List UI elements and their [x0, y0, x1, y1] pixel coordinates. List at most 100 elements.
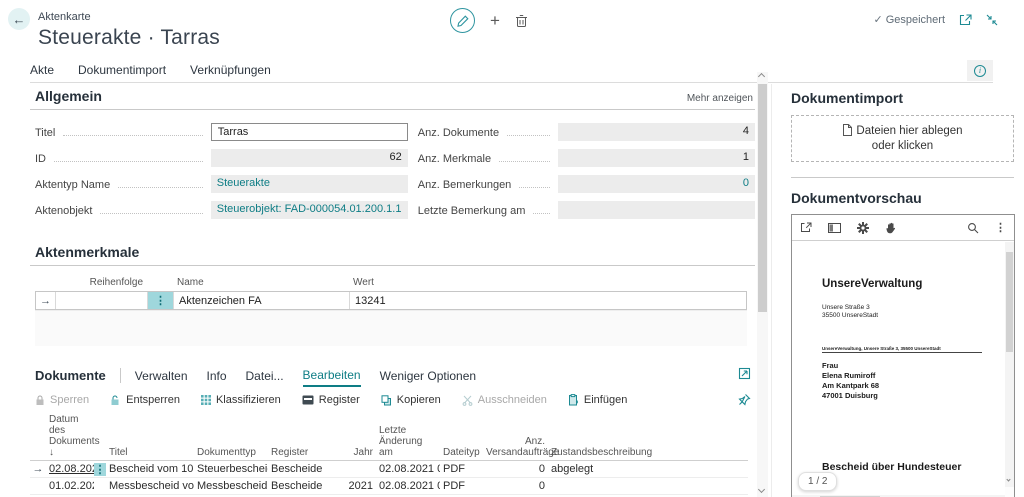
open-external-icon[interactable] [800, 222, 812, 233]
breadcrumb[interactable]: Aktenkarte [38, 11, 91, 23]
expand-list-icon[interactable] [738, 367, 751, 380]
tab-datei[interactable]: Datei... [246, 365, 284, 386]
cell-name[interactable]: Aktenzeichen FA [174, 292, 350, 309]
dokumente-table: Datum des Dokuments↓ Titel Dokumenttyp R… [30, 414, 748, 497]
register-icon [302, 395, 314, 405]
main-scrollbar[interactable] [757, 72, 768, 497]
table-row[interactable]: → 02.08.2021 ⋮ Bescheid vom 10.01.08 Ste… [30, 461, 748, 478]
file-dropzone[interactable]: Dateien hier ablegenoder klicken [791, 115, 1014, 162]
cell-geaendert: 02.08.2021 08:56 [376, 480, 440, 492]
copy-icon [381, 395, 392, 406]
cell-titel[interactable]: Messbescheid vom 1.02.2021 [106, 480, 194, 492]
factbox-pane: Dokumentimport Dateien hier ablegenoder … [771, 84, 1024, 497]
more-options-icon[interactable]: ⋮ [995, 221, 1006, 234]
col-dateityp[interactable]: Dateityp [440, 447, 483, 458]
tab-weniger-optionen[interactable]: Weniger Optionen [380, 365, 477, 386]
section-title-aktenmerkmale: Aktenmerkmale [30, 244, 755, 260]
show-more-link[interactable]: Mehr anzeigen [687, 93, 753, 104]
tab-bearbeiten[interactable]: Bearbeiten [303, 364, 361, 387]
field-letzte-bemerkung: Letzte Bemerkung am [418, 198, 755, 224]
main-content: Allgemein Mehr anzeigen Titel Tarras ID … [30, 86, 755, 497]
collapse-icon[interactable] [986, 14, 998, 26]
pdf-viewer: ⋮ UnsereVerwaltung Unsere Straße 335500 … [791, 214, 1015, 497]
pdf-vertical-scrollbar[interactable] [1005, 242, 1014, 487]
anz-bemerkungen-link[interactable]: 0 [558, 175, 755, 193]
cell-zustand: abgelegt [548, 463, 748, 475]
cell-versand: 0 [483, 480, 548, 492]
field-titel: Titel Tarras [35, 120, 408, 146]
anz-dokumente-value: 4 [558, 123, 755, 141]
col-register[interactable]: Register [268, 447, 341, 458]
file-icon [842, 124, 852, 136]
menu-tab-akte[interactable]: Akte [30, 63, 54, 77]
col-versandauftraege[interactable]: Anz. Versandaufträge [483, 436, 548, 458]
sperren-button: Sperren [35, 394, 89, 406]
scroll-down-icon[interactable] [758, 486, 765, 493]
doc-org-name: UnsereVerwaltung [822, 278, 1005, 290]
cell-titel[interactable]: Bescheid vom 10.01.08 [106, 463, 194, 475]
info-button[interactable]: i [967, 60, 993, 81]
page-panel-icon[interactable] [828, 223, 841, 233]
menu-tab-dokumentimport[interactable]: Dokumentimport [78, 63, 166, 77]
cell-wert[interactable]: 13241 [350, 292, 746, 309]
klassifizieren-button[interactable]: Klassifizieren [201, 394, 281, 406]
settings-gear-icon[interactable] [857, 222, 869, 234]
record-actions: + [450, 8, 528, 33]
aktentyp-link[interactable]: Steuerakte [211, 175, 408, 193]
section-allgemein: Allgemein Mehr anzeigen Titel Tarras ID … [30, 88, 755, 224]
merkmale-row[interactable]: → ⋮ Aktenzeichen FA 13241 [35, 291, 747, 310]
tab-info[interactable]: Info [207, 365, 227, 386]
add-icon[interactable]: + [490, 12, 500, 29]
cell-menu-icon[interactable]: ⋮ [94, 463, 106, 476]
cell-versand: 0 [483, 463, 548, 475]
pdf-page: UnsereVerwaltung Unsere Straße 335500 Un… [792, 242, 1005, 495]
col-dokumenttyp[interactable]: Dokumenttyp [194, 447, 268, 458]
menu-tab-verknuepfungen[interactable]: Verknüpfungen [190, 63, 271, 77]
section-title-allgemein: Allgemein [30, 88, 755, 104]
cell-datum[interactable]: 02.08.2021 [46, 463, 94, 475]
pan-hand-icon[interactable] [885, 221, 897, 234]
col-zustandsbeschreibung[interactable]: Zustandsbeschreibung [548, 447, 748, 458]
doc-subject: Bescheid über Hundesteuer [822, 461, 1005, 473]
entsperren-button[interactable]: Entsperren [110, 394, 180, 406]
unpin-icon[interactable] [738, 393, 751, 406]
letzte-bemerkung-value [558, 201, 755, 219]
col-datum[interactable]: Datum des Dokuments↓ [46, 414, 94, 458]
titel-input[interactable]: Tarras [211, 123, 408, 141]
info-icon: i [974, 65, 986, 77]
open-in-window-icon[interactable] [959, 14, 972, 26]
cell-typ: Steuerbescheid [194, 463, 268, 475]
register-button[interactable]: Register [302, 394, 360, 406]
cell-reihenfolge[interactable] [56, 292, 148, 309]
field-anz-bemerkungen: Anz. Bemerkungen 0 [418, 172, 755, 198]
einfuegen-button[interactable]: Einfügen [568, 394, 627, 406]
pdf-scrollbar-thumb[interactable] [1006, 252, 1013, 352]
edit-button[interactable] [450, 8, 475, 33]
unlock-icon [110, 395, 121, 406]
cell-geaendert: 02.08.2021 09:20 [376, 463, 440, 475]
cell-datum[interactable]: 01.02.2021 [46, 480, 94, 492]
row-indicator-icon: → [36, 292, 56, 309]
doc-address: Unsere Straße 335500 UnsereStadt [822, 304, 1005, 320]
sort-descending-icon: ↓ [49, 447, 54, 458]
cell-jahr: 2021 [341, 480, 376, 492]
search-icon[interactable] [967, 222, 979, 234]
back-button[interactable]: ← [8, 8, 30, 30]
col-jahr[interactable]: Jahr [341, 447, 376, 458]
field-aktentyp: Aktentyp Name Steuerakte [35, 172, 408, 198]
pdf-viewer-body: UnsereVerwaltung Unsere Straße 335500 Un… [792, 242, 1014, 497]
kopieren-button[interactable]: Kopieren [381, 394, 441, 406]
col-letzte-aenderung[interactable]: Letzte Änderung am [376, 425, 440, 458]
delete-icon[interactable] [515, 14, 528, 28]
scrollbar-thumb[interactable] [758, 84, 767, 312]
aktenobjekt-link[interactable]: Steuerobjekt: FAD-000054.01.200.1.1 [211, 201, 408, 219]
col-titel[interactable]: Titel [106, 447, 194, 458]
table-row[interactable]: 01.02.2021 Messbescheid vom 1.02.2021 Me… [30, 478, 748, 495]
tab-verwalten[interactable]: Verwalten [135, 365, 188, 386]
field-aktenobjekt: Aktenobjekt Steuerobjekt: FAD-000054.01.… [35, 198, 408, 224]
grid-icon [201, 395, 211, 405]
cell-menu-icon[interactable]: ⋮ [148, 292, 174, 309]
window-controls: ✓Gespeichert [873, 13, 998, 26]
scroll-up-icon[interactable] [758, 73, 765, 80]
paste-icon [568, 394, 579, 406]
